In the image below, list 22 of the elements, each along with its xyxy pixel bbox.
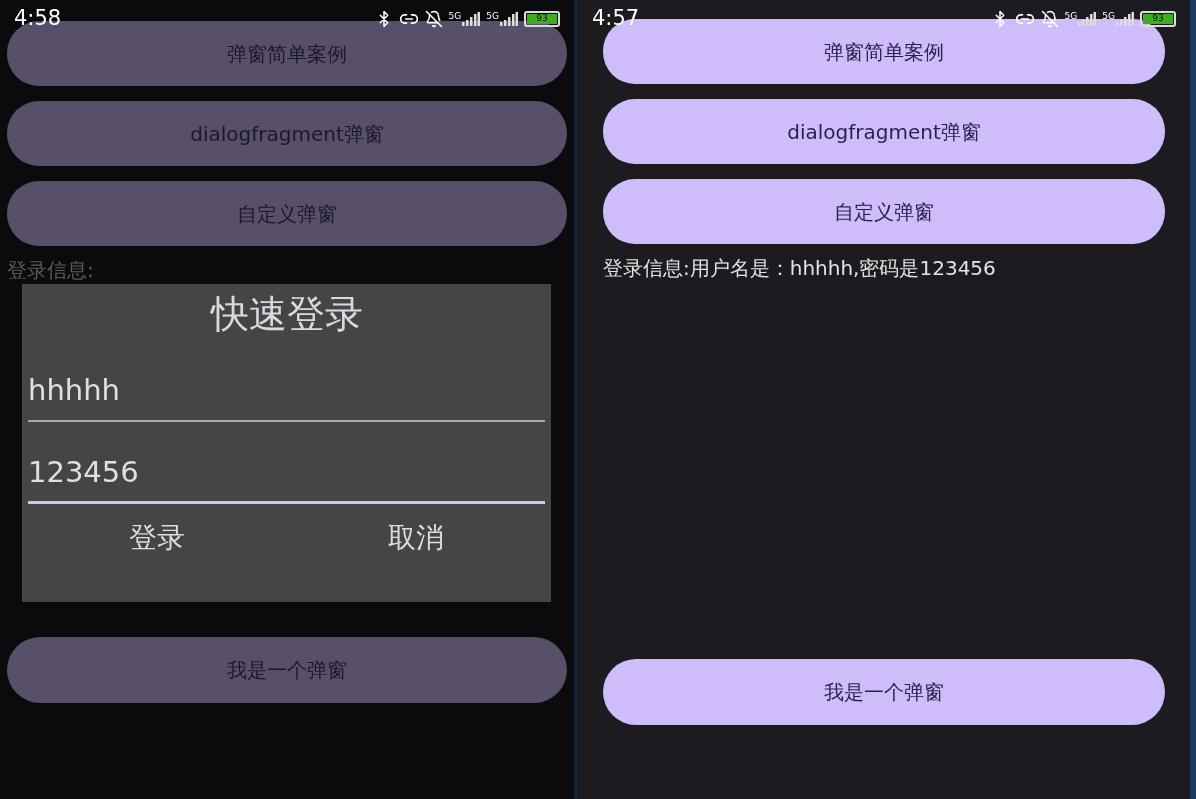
signal-icon — [1078, 11, 1097, 26]
input-field[interactable]: hhhhh — [28, 360, 545, 422]
battery-level: 93 — [1143, 13, 1173, 24]
login-info: 登录信息:用户名是：hhhhh,密码是123456 — [602, 256, 997, 280]
app-button[interactable]: 自定义弹窗 — [603, 179, 1165, 244]
network-label: 5G — [486, 11, 499, 21]
app-button[interactable]: 我是一个弹窗 — [603, 659, 1165, 725]
signal-icon — [462, 11, 481, 26]
battery-level: 93 — [527, 13, 557, 24]
bell-off-icon — [1040, 9, 1059, 28]
bell-off-icon — [424, 9, 443, 28]
signal-icon — [500, 11, 518, 26]
dialog-title: 快速登录 — [209, 291, 364, 338]
network-label: 5G — [448, 11, 462, 21]
signal-icon — [1116, 11, 1134, 26]
input-field[interactable]: 123456 — [28, 442, 545, 504]
app-button[interactable]: dialogfragment弹窗 — [603, 99, 1165, 164]
login-info: 登录信息: — [6, 258, 95, 282]
network-label: 5G — [1064, 11, 1078, 21]
network-label: 5G — [1102, 11, 1115, 21]
dialog-action[interactable]: 登录 — [28, 514, 287, 562]
dialog-action[interactable]: 取消 — [286, 514, 545, 562]
